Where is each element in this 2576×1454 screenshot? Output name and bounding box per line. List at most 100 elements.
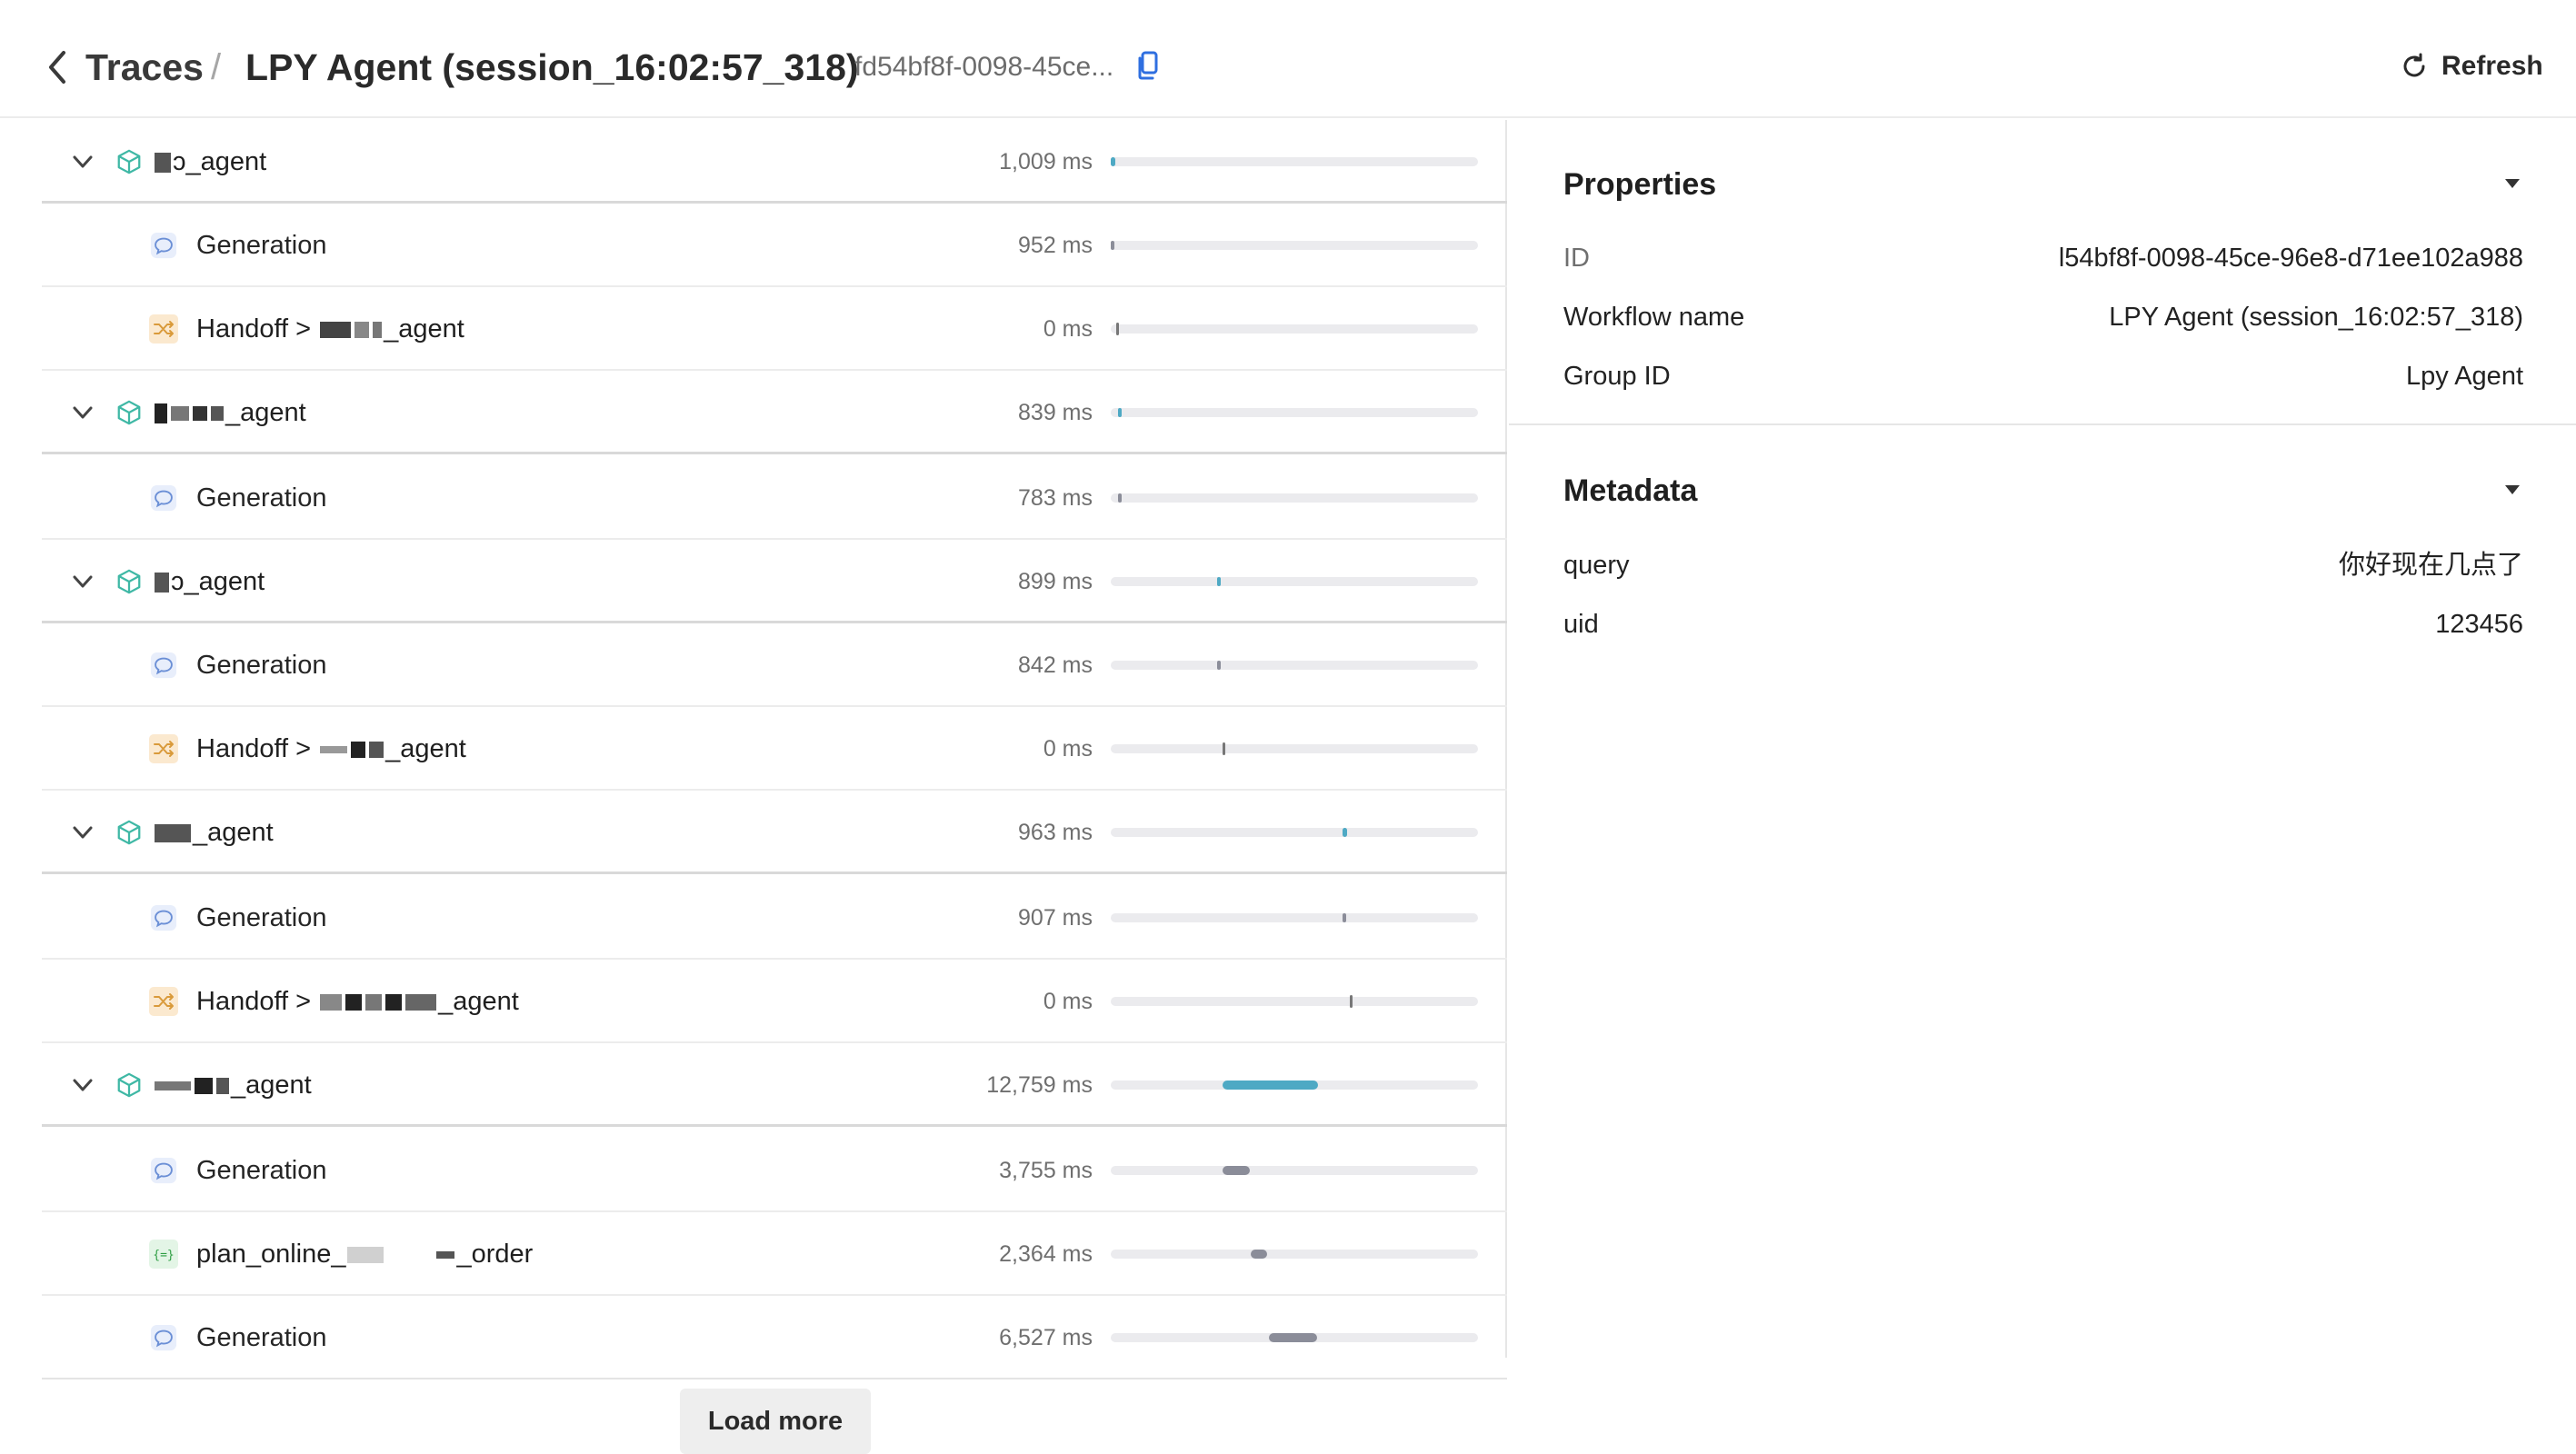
chevron-left-icon[interactable]	[42, 45, 75, 89]
span-name: Handoff > _agent	[196, 983, 519, 1020]
span-name: Handoff > _agent	[196, 311, 464, 347]
span-name-text: ɔ_agent	[173, 147, 267, 176]
timeline-track	[1111, 241, 1478, 250]
shuffle-icon	[149, 987, 178, 1016]
timeline-track	[1111, 493, 1478, 503]
cube-icon	[115, 818, 144, 847]
redacted-block	[387, 1247, 434, 1264]
redacted-block	[155, 403, 167, 424]
span-duration: 952 ms	[1018, 233, 1093, 258]
timeline-track	[1111, 661, 1478, 670]
redacted-block	[385, 994, 403, 1011]
timeline-track	[1111, 1250, 1478, 1259]
function-icon: {=}	[149, 1240, 178, 1269]
redacted-block	[216, 1078, 229, 1095]
timeline-track	[1111, 1166, 1478, 1175]
trace-span-list: ɔ_agent 1,009 ms Generation 952 ms Handoff >…	[42, 120, 1507, 1379]
timeline-bar	[1350, 995, 1353, 1008]
span-name: _agent	[153, 394, 306, 431]
agent-span-row[interactable]: _agent 839 ms	[42, 371, 1507, 454]
timeline-track	[1111, 1081, 1478, 1090]
agent-span-row[interactable]: ɔ_agent 899 ms	[42, 540, 1507, 623]
redacted-block	[347, 1247, 384, 1264]
properties-heading[interactable]: Properties	[1563, 164, 1716, 205]
span-name: _agent	[153, 1067, 312, 1103]
span-name-text: _agent	[231, 1071, 312, 1100]
function-span-row[interactable]: {=} plan_online_ _order 2,364 ms	[42, 1212, 1507, 1296]
span-name-text: Generation	[196, 483, 327, 513]
timeline-track	[1111, 323, 1478, 335]
timeline-bar	[1118, 493, 1122, 503]
span-duration: 3,755 ms	[999, 1158, 1093, 1183]
chevron-down-icon[interactable]	[69, 148, 96, 175]
span-name: Generation	[196, 1152, 327, 1189]
generation-span-row[interactable]: Generation 6,527 ms	[42, 1296, 1507, 1379]
property-value-workflow-name: LPY Agent (session_16:02:57_318)	[2109, 303, 2523, 332]
redacted-block	[436, 1251, 455, 1260]
property-value-id: l54bf8f-0098-45ce-96e8-d71ee102a988	[2058, 244, 2523, 273]
span-duration: 0 ms	[1043, 989, 1093, 1014]
span-name-text: plan_online_	[196, 1240, 346, 1269]
cube-icon	[115, 147, 144, 176]
timeline-bar	[1223, 1166, 1250, 1175]
span-name-text: Handoff >	[196, 987, 319, 1016]
generation-span-row[interactable]: Generation 842 ms	[42, 623, 1507, 707]
timeline-track	[1111, 1333, 1478, 1342]
caret-down-icon[interactable]	[2501, 483, 2523, 497]
refresh-label: Refresh	[2441, 51, 2543, 81]
span-duration: 839 ms	[1018, 400, 1093, 425]
metadata-label-query: query	[1563, 551, 1630, 580]
copy-icon[interactable]	[1134, 47, 1162, 84]
redacted-block	[155, 824, 191, 843]
timeline-bar	[1217, 661, 1221, 670]
load-more-button[interactable]: Load more	[680, 1389, 871, 1454]
chat-bubble-icon	[149, 651, 178, 680]
redacted-block	[345, 994, 363, 1011]
chat-bubble-icon	[149, 483, 178, 513]
metadata-heading[interactable]: Metadata	[1563, 470, 1697, 512]
timeline-bar	[1111, 241, 1114, 250]
metadata-value-query: 你好现在几点了	[2338, 551, 2523, 580]
timeline-bar	[1118, 408, 1122, 417]
handoff-span-row[interactable]: Handoff > _agent 0 ms	[42, 287, 1507, 371]
chevron-down-icon[interactable]	[69, 819, 96, 846]
timeline-bar	[1111, 157, 1115, 166]
span-duration: 1,009 ms	[999, 149, 1093, 174]
span-duration: 2,364 ms	[999, 1241, 1093, 1267]
generation-span-row[interactable]: Generation 907 ms	[42, 876, 1507, 960]
chevron-down-icon[interactable]	[69, 1071, 96, 1099]
agent-span-row[interactable]: _agent 12,759 ms	[42, 1043, 1507, 1127]
chevron-down-icon[interactable]	[69, 568, 96, 595]
span-duration: 0 ms	[1043, 316, 1093, 342]
handoff-span-row[interactable]: Handoff > _agent 0 ms	[42, 960, 1507, 1043]
redacted-block	[211, 406, 224, 422]
breadcrumb-separator: /	[211, 47, 222, 87]
span-duration: 963 ms	[1018, 820, 1093, 845]
span-name: Handoff > _agent	[196, 731, 466, 767]
property-label-group-id: Group ID	[1563, 362, 1671, 391]
caret-down-icon[interactable]	[2501, 176, 2523, 191]
refresh-button[interactable]: Refresh	[2400, 44, 2543, 89]
span-name: Generation	[196, 227, 327, 264]
chat-bubble-icon	[149, 231, 178, 260]
span-name-text: _agent	[193, 818, 274, 847]
timeline-bar	[1343, 828, 1347, 837]
span-name-text: ɔ_agent	[171, 567, 265, 596]
breadcrumb-traces[interactable]: Traces	[85, 42, 204, 93]
redacted-block	[320, 322, 352, 339]
span-name: Generation	[196, 900, 327, 936]
generation-span-row[interactable]: Generation 952 ms	[42, 204, 1507, 287]
property-value-group-id: Lpy Agent	[2406, 362, 2523, 391]
generation-span-row[interactable]: Generation 3,755 ms	[42, 1129, 1507, 1212]
span-name-text: Generation	[196, 1323, 327, 1352]
chevron-down-icon[interactable]	[69, 399, 96, 426]
redacted-block	[373, 322, 383, 339]
agent-span-row[interactable]: ɔ_agent 1,009 ms	[42, 120, 1507, 204]
span-name: Generation	[196, 647, 327, 683]
generation-span-row[interactable]: Generation 783 ms	[42, 456, 1507, 540]
span-name-suffix: _agent	[385, 734, 466, 763]
timeline-track	[1111, 577, 1478, 586]
agent-span-row[interactable]: _agent 963 ms	[42, 791, 1507, 874]
property-label-workflow-name: Workflow name	[1563, 303, 1745, 332]
handoff-span-row[interactable]: Handoff > _agent 0 ms	[42, 707, 1507, 791]
